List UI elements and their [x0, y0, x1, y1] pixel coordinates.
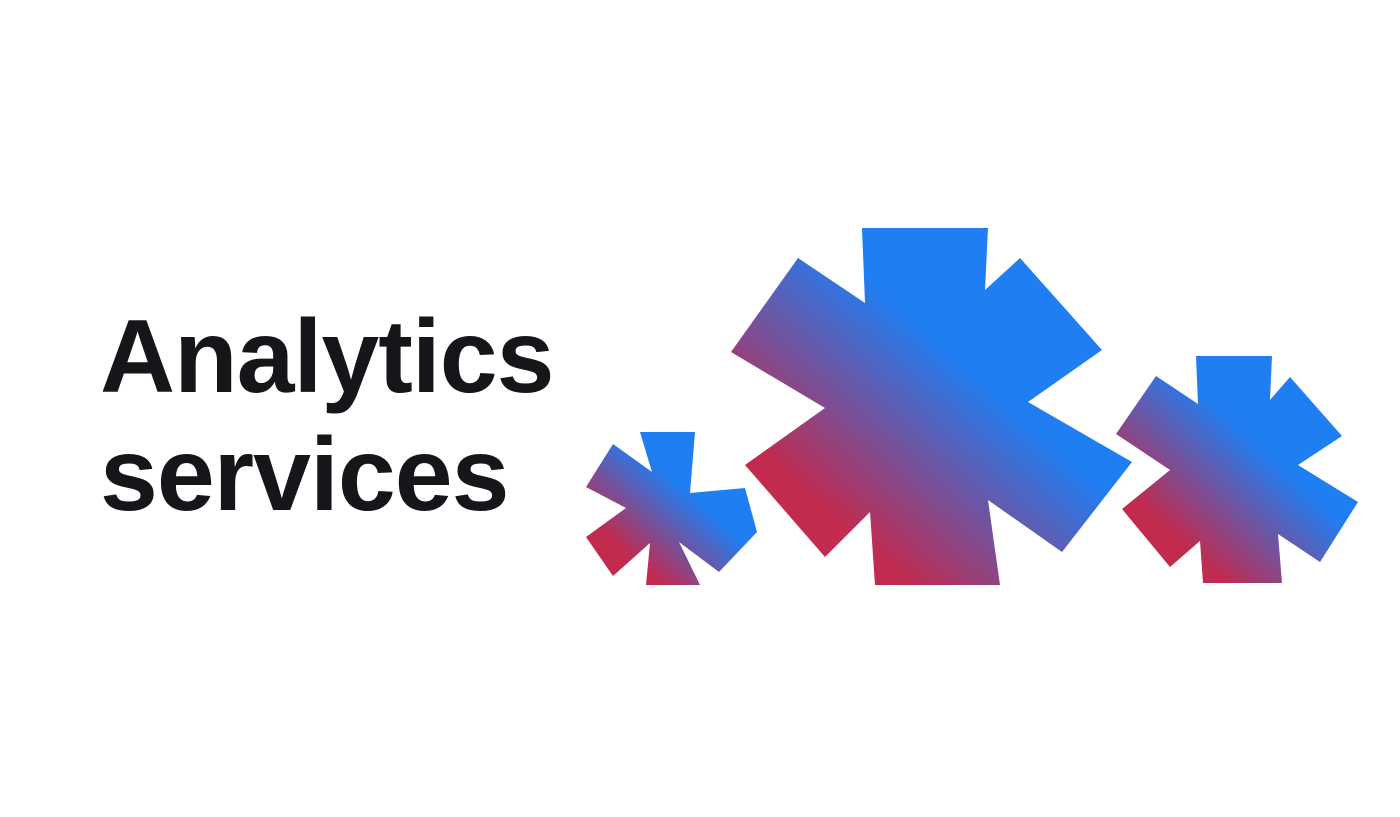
asterisk-icon: [586, 432, 757, 585]
asterisk-icon: [1116, 356, 1358, 583]
asterisk-decoration: [586, 228, 1358, 585]
asterisk-icon: [731, 228, 1132, 585]
page: Analytics services: [0, 0, 1400, 817]
